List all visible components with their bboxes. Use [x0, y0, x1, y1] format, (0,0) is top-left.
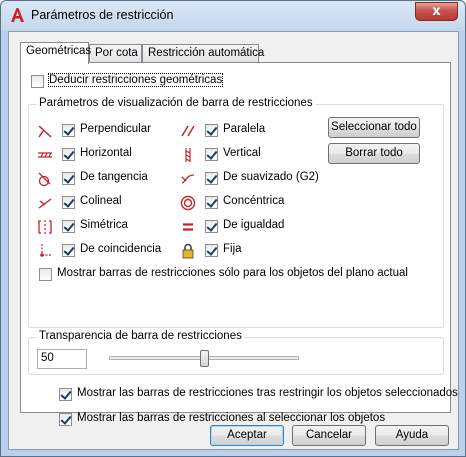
collinear-icon [38, 198, 52, 209]
autocad-logo-icon [11, 8, 24, 22]
transparency-title: Transparencia de barra de restricciones [37, 330, 244, 342]
select-all-button[interactable]: Seleccionar todo [328, 117, 420, 138]
tab-restriccion-automatica[interactable]: Restricción automática [142, 44, 264, 63]
perpendicular-checkbox[interactable] [62, 124, 75, 137]
current-plane-label: Mostrar barras de restricciones sólo par… [57, 267, 408, 279]
equal-label: De igualdad [223, 219, 285, 231]
geometric-tab-panel: Deducir restricciones geométricas Paráme… [20, 62, 458, 426]
concentric-label: Concéntrica [223, 195, 285, 207]
cancel-button[interactable]: Cancelar [292, 425, 366, 446]
vertical-checkbox[interactable] [205, 148, 218, 161]
symmetric-icon [38, 220, 52, 234]
smooth-checkbox[interactable] [205, 172, 218, 185]
equal-checkbox[interactable] [205, 220, 218, 233]
tangent-checkbox[interactable] [62, 172, 75, 185]
title-bar[interactable]: Parámetros de restricción x [1, 1, 465, 31]
symmetric-checkbox[interactable] [62, 220, 75, 233]
tab-geometricas[interactable]: Geométricas [20, 42, 91, 64]
ok-button[interactable]: Aceptar [210, 425, 284, 446]
concentric-icon [180, 195, 196, 211]
help-button[interactable]: Ayuda [375, 425, 449, 446]
display-settings-title: Parámetros de visualización de barra de … [37, 97, 315, 109]
tangent-icon [38, 172, 51, 187]
show-after-constrain-label: Mostrar las barras de restricciones tras… [77, 387, 458, 399]
horizontal-icon [38, 152, 52, 158]
parallel-icon [181, 125, 195, 137]
show-after-constrain-checkbox[interactable] [59, 388, 72, 401]
vertical-icon [185, 148, 191, 162]
fix-checkbox[interactable] [205, 244, 218, 257]
tangent-label: De tangencia [80, 171, 148, 183]
collinear-label: Colineal [80, 195, 122, 207]
show-on-select-label: Mostrar las barras de restricciones al s… [77, 412, 386, 424]
window-title: Parámetros de restricción [31, 8, 174, 22]
horizontal-checkbox[interactable] [62, 148, 75, 161]
current-plane-checkbox[interactable] [39, 268, 52, 281]
horizontal-label: Horizontal [80, 147, 132, 159]
close-button[interactable]: x [415, 2, 458, 21]
infer-constraints-checkbox[interactable] [31, 75, 44, 88]
collinear-checkbox[interactable] [62, 196, 75, 209]
dialog-client: Geométricas Por cota Restricción automát… [8, 31, 459, 450]
transparency-input[interactable]: 50 [37, 349, 87, 369]
dialog-window: Parámetros de restricción x Geométricas … [0, 0, 466, 457]
vertical-label: Vertical [223, 147, 261, 159]
infer-constraints-label: Deducir restricciones geométricas [47, 73, 224, 87]
equal-icon [183, 223, 193, 231]
fix-label: Fija [223, 243, 242, 255]
coincident-label: De coincidencia [80, 243, 162, 255]
perpendicular-icon [38, 125, 52, 138]
concentric-checkbox[interactable] [205, 196, 218, 209]
show-on-select-checkbox[interactable] [59, 413, 72, 426]
clear-all-button[interactable]: Borrar todo [328, 143, 420, 164]
tab-por-cota[interactable]: Por cota [89, 44, 142, 63]
coincident-icon [40, 244, 52, 257]
lock-icon [182, 243, 194, 259]
smooth-icon [181, 174, 195, 184]
smooth-label: De suavizado (G2) [223, 171, 319, 183]
coincident-checkbox[interactable] [62, 244, 75, 257]
symmetric-label: Simétrica [80, 219, 128, 231]
perpendicular-label: Perpendicular [80, 123, 151, 135]
transparency-slider-thumb[interactable] [200, 350, 209, 367]
parallel-checkbox[interactable] [205, 124, 218, 137]
parallel-label: Paralela [223, 123, 266, 135]
